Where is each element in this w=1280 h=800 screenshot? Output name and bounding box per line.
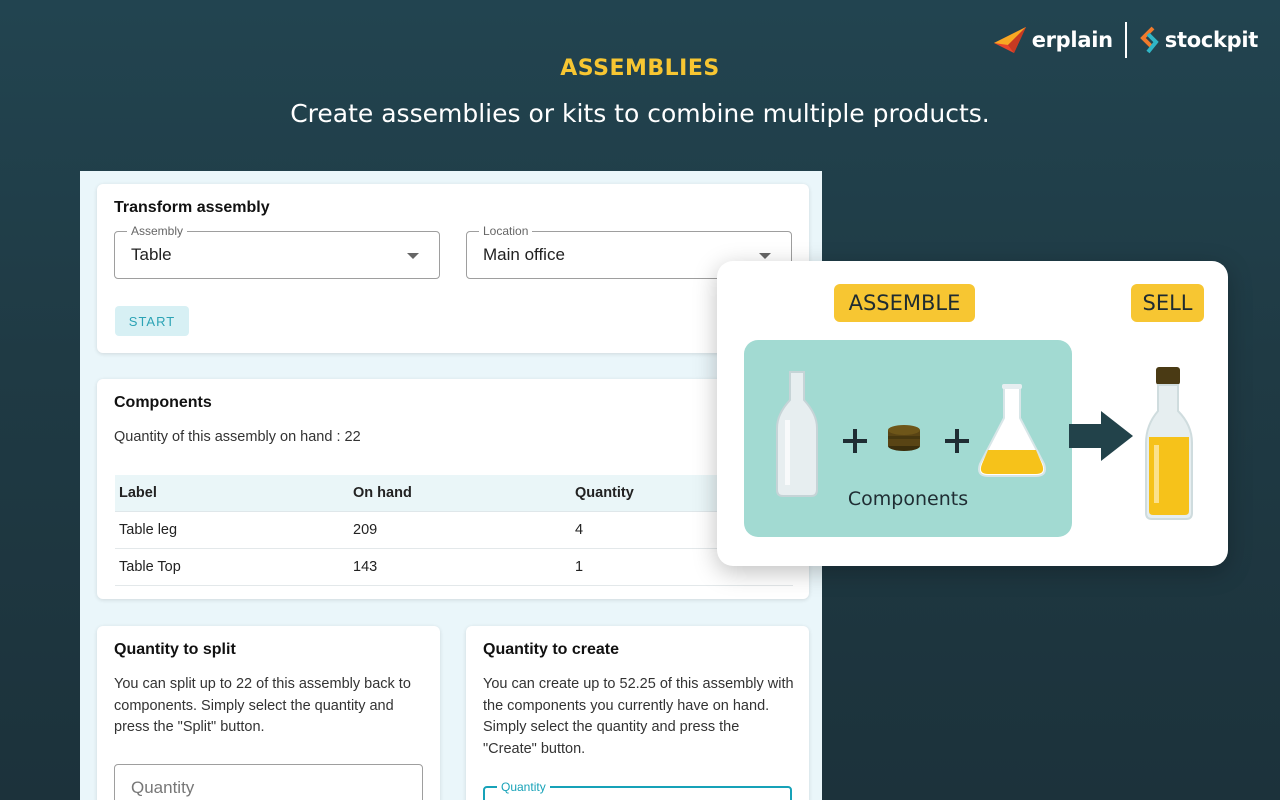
table-header-row: Label On hand Quantity [115,475,793,512]
assembly-select-label: Assembly [127,224,188,238]
assembly-select-value: Table [131,245,172,264]
create-quantity-input[interactable]: Quantity [483,780,792,800]
brand-separator [1124,22,1127,58]
cell-on-hand: 209 [349,511,571,549]
cell-label: Table leg [115,511,349,549]
split-title: Quantity to split [114,641,236,658]
chevron-down-icon [759,253,771,259]
location-select-label: Location [479,224,533,238]
erplain-logo: erplain [993,27,1113,53]
column-header-on-hand: On hand [349,475,571,512]
assemble-tag: ASSEMBLE [834,284,975,322]
bottle-icon [776,371,818,497]
app-panel: Transform assembly Assembly Table Locati… [80,171,822,800]
assembly-illustration: ASSEMBLE SELL Components [717,261,1228,566]
components-card: Components Quantity of this assembly on … [97,379,809,599]
stockpit-logo: stockpit [1139,26,1258,54]
table-row[interactable]: Table leg 209 4 [115,511,793,549]
page-title: ASSEMBLIES [560,56,720,81]
create-description: You can create up to 52.25 of this assem… [483,676,794,757]
column-header-label: Label [115,475,349,512]
components-box: Components [744,340,1072,537]
chevron-down-icon [407,253,419,259]
components-title: Components [114,394,212,411]
table-row[interactable]: Table Top 143 1 [115,548,793,586]
brand-logos: erplain stockpit [993,22,1258,58]
assembly-select[interactable]: Assembly Table [114,224,440,279]
cell-on-hand: 143 [349,548,571,586]
components-label: Components [847,488,969,510]
cork-icon [888,425,920,451]
cell-label: Table Top [115,548,349,586]
components-table: Label On hand Quantity Table leg 209 4 T… [115,475,793,586]
assembly-on-hand-text: Quantity of this assembly on hand : 22 [114,429,361,445]
flask-oil-icon [978,384,1046,477]
page-subtitle: Create assemblies or kits to combine mul… [290,99,990,128]
sell-tag: SELL [1131,284,1204,322]
stockpit-mark-icon [1139,26,1159,54]
split-card: Quantity to split You can split up to 22… [97,626,440,800]
split-quantity-placeholder: Quantity [131,778,195,797]
transform-assembly-card: Transform assembly Assembly Table Locati… [97,184,809,353]
split-quantity-input[interactable]: Quantity [114,764,423,800]
oil-bottle-icon [1145,367,1193,520]
plus-icon [945,429,969,453]
location-select-value: Main office [483,245,565,264]
paper-plane-icon [993,27,1026,53]
arrow-right-icon [1069,411,1133,461]
split-description: You can split up to 22 of this assembly … [114,676,411,735]
create-card: Quantity to create You can create up to … [466,626,809,800]
plus-icon [843,429,867,453]
transform-assembly-title: Transform assembly [114,199,270,216]
create-title: Quantity to create [483,641,620,658]
start-button[interactable]: START [115,306,189,336]
create-quantity-label: Quantity [497,780,550,794]
